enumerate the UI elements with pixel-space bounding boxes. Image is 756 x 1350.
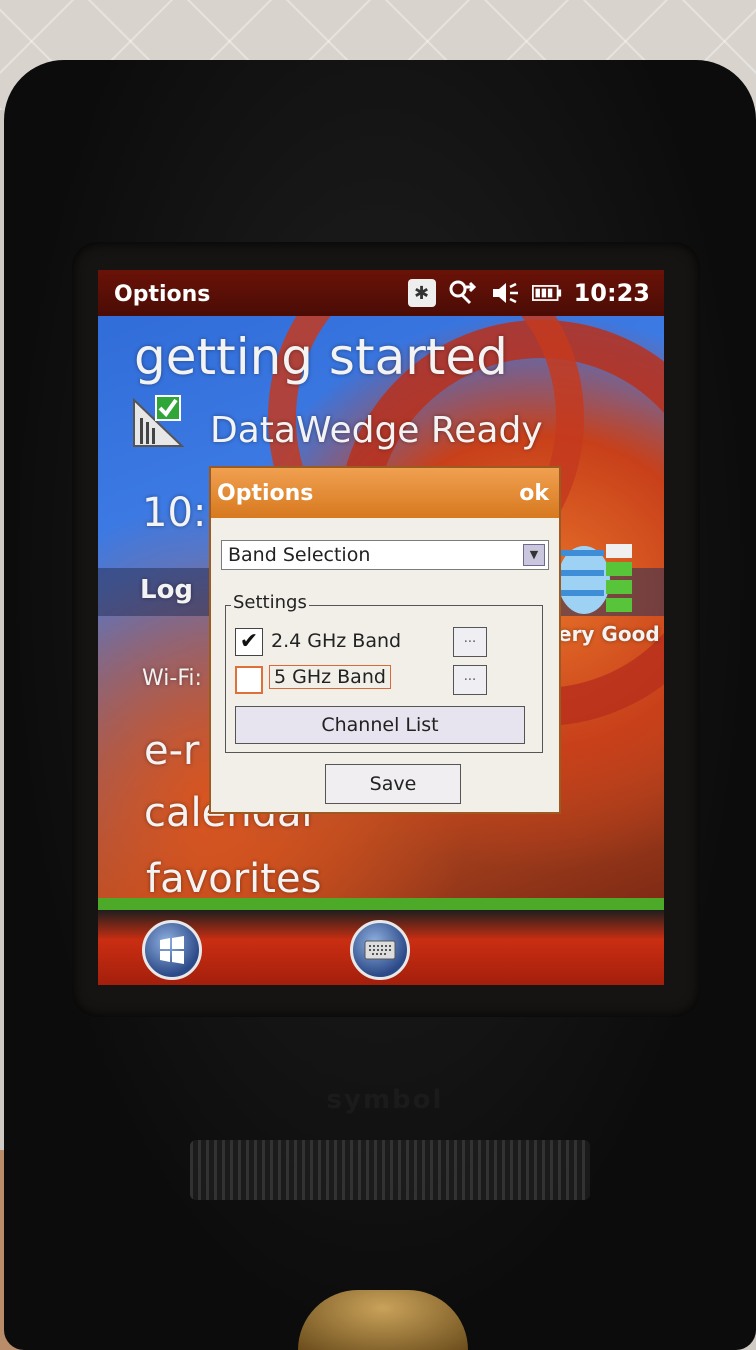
band-5-checkbox[interactable]: [235, 666, 263, 694]
windows-logo-icon: [160, 936, 184, 964]
keyboard-button[interactable]: [350, 920, 410, 980]
signal-strength-icon: [556, 540, 636, 622]
dialog-title-bar: Options ok: [211, 468, 559, 518]
battery-icon[interactable]: [531, 279, 562, 307]
status-clock[interactable]: 10:23: [574, 279, 650, 307]
dialog-ok-button[interactable]: ok: [519, 481, 549, 506]
device-brand: symbol: [326, 1085, 444, 1115]
log-tile-partial[interactable]: Log: [140, 575, 193, 605]
device-screen: Options ✱ 10:23 getting started DataWedg…: [98, 270, 664, 985]
status-bar: Options ✱ 10:23: [98, 270, 664, 316]
band-24-checkbox[interactable]: ✔: [235, 628, 263, 656]
band-24-label[interactable]: 2.4 GHz Band: [271, 630, 401, 652]
dropdown-value: Band Selection: [228, 544, 371, 566]
band-5-options-button[interactable]: ...: [453, 665, 487, 695]
home-time-partial: 10:: [142, 490, 207, 536]
status-icons: ✱ 10:23: [407, 279, 650, 307]
settings-group-label: Settings: [231, 592, 309, 613]
wifi-tile-partial[interactable]: Wi-Fi:: [142, 666, 202, 691]
channel-list-button[interactable]: Channel List: [235, 706, 525, 744]
band-selection-dropdown[interactable]: Band Selection ▼: [221, 540, 549, 570]
getting-started-tile[interactable]: getting started: [134, 328, 508, 386]
device-keypad: [190, 1140, 590, 1200]
band-5-label[interactable]: 5 GHz Band: [269, 665, 391, 689]
save-button[interactable]: Save: [325, 764, 461, 804]
start-button[interactable]: [142, 920, 202, 980]
bluetooth-icon[interactable]: ✱: [407, 279, 436, 307]
keyboard-icon: [364, 940, 396, 960]
band-24-options-button[interactable]: ...: [453, 627, 487, 657]
signal-quality-partial: ery Good: [558, 622, 660, 646]
options-dialog: Options ok Band Selection ▼ Settings ✔ 2…: [209, 466, 561, 814]
volume-muted-icon[interactable]: [490, 279, 520, 307]
favorites-tile[interactable]: favorites: [146, 856, 321, 902]
connectivity-icon[interactable]: [448, 279, 478, 307]
dialog-title: Options: [217, 481, 314, 506]
status-bar-title: Options: [114, 282, 211, 307]
datawedge-status[interactable]: DataWedge Ready: [210, 410, 543, 451]
chevron-down-icon[interactable]: ▼: [523, 544, 545, 566]
email-tile-partial[interactable]: e-r: [144, 728, 200, 774]
datawedge-icon: [130, 392, 188, 450]
